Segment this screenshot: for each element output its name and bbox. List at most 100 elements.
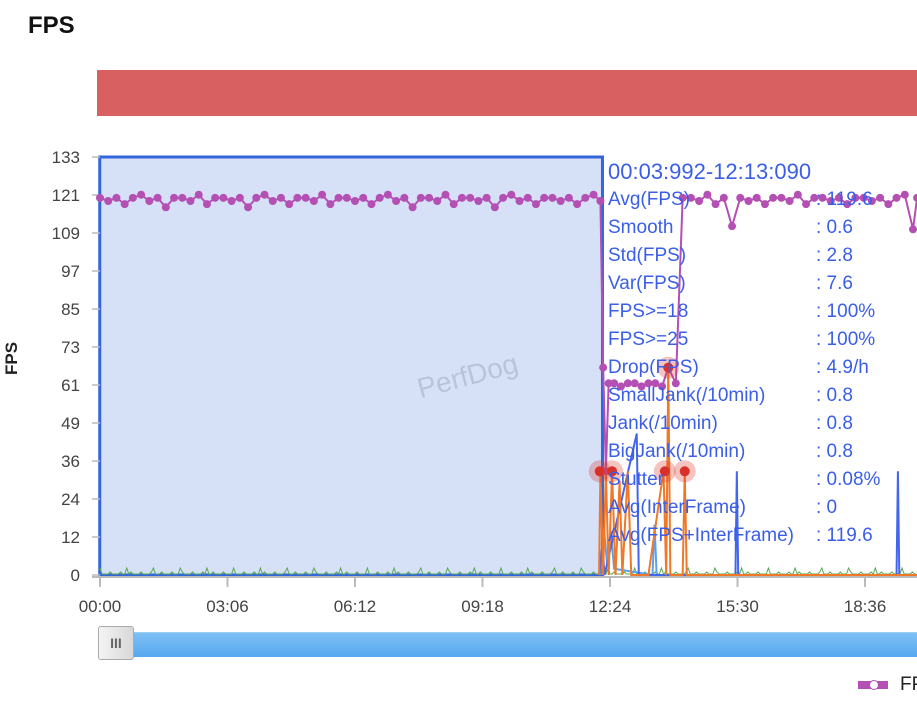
y-tick-label: 85 <box>61 300 80 319</box>
fps-point <box>581 193 590 202</box>
fps-point <box>186 197 195 205</box>
y-tick-label: 61 <box>61 376 80 395</box>
stat-label: FPS>=18 <box>608 301 689 322</box>
fps-point <box>490 203 499 212</box>
fps-point <box>161 203 170 212</box>
stat-value: : 0 <box>816 497 838 518</box>
stat-value: : 119.6 <box>816 525 873 546</box>
stat-row: BigJank(/10min) : 0.8 <box>608 438 880 466</box>
fps-point <box>202 200 211 209</box>
fps-point <box>515 197 524 205</box>
stat-value: : 0.8 <box>816 385 853 406</box>
fps-point <box>153 193 162 202</box>
fps-point <box>507 190 516 199</box>
x-tick-label: 00:00 <box>79 597 122 616</box>
y-tick-label: 24 <box>61 490 80 509</box>
stat-value: : 2.8 <box>816 245 853 266</box>
fps-point <box>556 197 565 205</box>
y-tick-label: 109 <box>52 224 80 243</box>
fps-point <box>260 190 269 199</box>
fps-point <box>367 200 376 209</box>
stat-row: Avg(InterFrame) : 0 <box>608 494 880 522</box>
fps-point <box>120 200 129 209</box>
y-tick-label: 49 <box>61 414 80 433</box>
selection-region <box>98 155 604 577</box>
fps-point <box>599 363 608 372</box>
stat-label: Avg(InterFrame) <box>608 497 746 518</box>
fps-point <box>285 200 294 209</box>
fps-point <box>104 197 113 205</box>
fps-point <box>596 197 605 205</box>
stat-row: FPS>=25: 100% <box>608 326 880 354</box>
fps-point <box>457 193 466 202</box>
stat-label: Smooth <box>608 217 674 238</box>
fps-point <box>112 193 121 202</box>
stat-row: Jank(/10min): 0.8 <box>608 410 880 438</box>
fps-point <box>227 197 236 205</box>
stat-value: : 0.8 <box>816 413 853 434</box>
stat-label: BigJank(/10min) <box>608 441 746 462</box>
x-tick-label: 06:12 <box>334 597 377 616</box>
y-tick-label: 97 <box>61 262 80 281</box>
fps-point <box>482 193 491 202</box>
stat-label: Stutter <box>608 469 664 490</box>
x-tick-label: 03:06 <box>206 597 249 616</box>
fps-point <box>293 193 302 202</box>
fps-point <box>523 193 532 202</box>
scrollbar-handle[interactable]: III <box>98 626 134 660</box>
stat-row: Std(FPS): 2.8 <box>608 242 880 270</box>
fps-point <box>178 193 187 202</box>
fps-point <box>244 203 253 212</box>
fps-point <box>892 193 901 202</box>
fps-point <box>96 193 104 202</box>
legend-item-fps[interactable]: FPS <box>858 674 917 696</box>
fps-point <box>342 193 351 202</box>
fps-point <box>564 193 573 202</box>
y-tick-label: 73 <box>61 338 80 357</box>
fps-point <box>309 197 318 205</box>
timeline-scrollbar[interactable] <box>98 632 917 657</box>
stat-label: Avg(FPS) <box>608 189 691 210</box>
fps-point <box>573 200 582 209</box>
fps-point <box>301 193 310 202</box>
stat-value: : 100% <box>816 301 876 322</box>
fps-point <box>235 193 244 202</box>
fps-point <box>900 190 909 199</box>
fps-point <box>913 193 917 202</box>
fps-point <box>531 200 540 209</box>
fps-point <box>400 193 409 202</box>
fps-point <box>145 197 154 205</box>
stat-label: SmallJank(/10min) <box>608 385 766 406</box>
stat-value: : 100% <box>816 329 876 350</box>
fps-point <box>383 190 392 199</box>
fps-point <box>268 197 277 205</box>
stat-row: Stutter: 0.08% <box>608 466 880 494</box>
y-tick-label: 121 <box>52 186 80 205</box>
fps-point <box>211 193 220 202</box>
fps-point <box>416 193 425 202</box>
stat-label: Drop(FPS) <box>608 357 699 378</box>
fps-point <box>449 200 458 209</box>
fps-point <box>474 197 483 205</box>
fps-point <box>334 193 343 202</box>
fps-point <box>466 193 475 202</box>
fps-point <box>375 193 384 202</box>
fps-point <box>540 193 549 202</box>
fps-point <box>170 193 179 202</box>
stats-panel: 00:03:992-12:13:090 Avg(FPS): 119.6 Smoot… <box>608 158 880 550</box>
y-tick-label: 12 <box>61 528 80 547</box>
stat-row: Avg(FPS+InterFrame): 119.6 <box>608 522 880 550</box>
fps-point <box>137 190 146 199</box>
fps-point <box>425 193 434 202</box>
fps-point <box>128 193 137 202</box>
stat-row: SmallJank(/10min) : 0.8 <box>608 382 880 410</box>
stat-row: Drop(FPS): 4.9/h <box>608 354 880 382</box>
fps-point <box>318 190 327 199</box>
y-tick-label: 133 <box>52 148 80 167</box>
fps-point <box>408 203 417 212</box>
stat-value: : 0.8 <box>816 441 853 462</box>
legend-swatch-icon <box>858 680 888 690</box>
fps-point <box>194 190 203 199</box>
stat-row: Var(FPS): 7.6 <box>608 270 880 298</box>
legend-label: FPS <box>900 674 917 695</box>
